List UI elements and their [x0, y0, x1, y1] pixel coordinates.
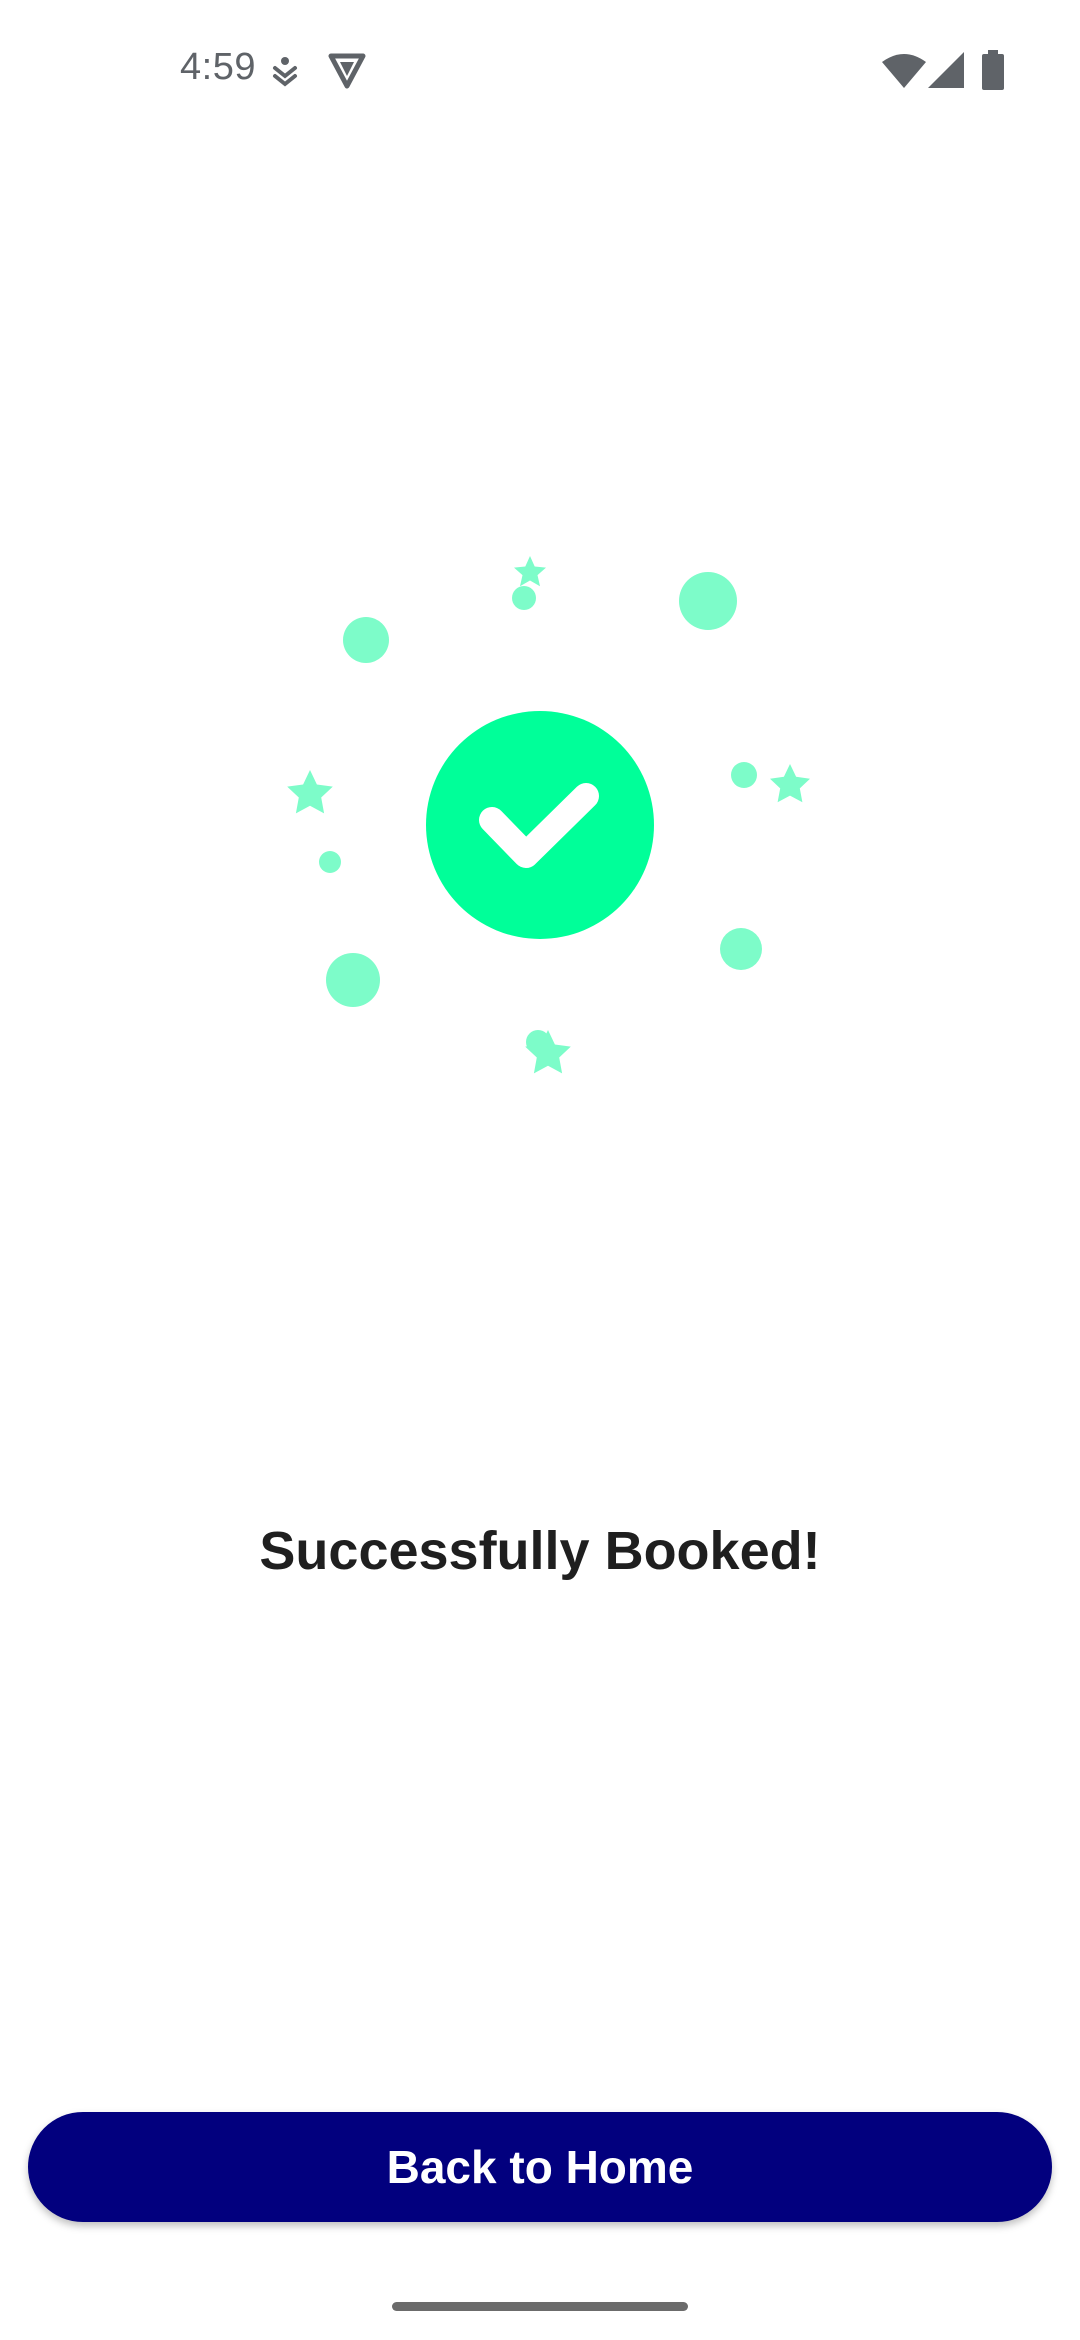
- confetti-circle: [343, 617, 389, 663]
- confetti-circle: [720, 928, 762, 970]
- confetti-star: [514, 556, 546, 587]
- confetti-circle: [731, 762, 757, 788]
- success-illustration: [287, 556, 810, 1074]
- back-to-home-label: Back to Home: [386, 2141, 694, 2193]
- confetti-circle: [679, 572, 737, 630]
- confetti-star: [770, 764, 810, 803]
- confetti-circle: [512, 586, 536, 610]
- back-to-home-button[interactable]: Back to Home: [28, 2112, 1052, 2222]
- confetti-circle: [319, 851, 341, 873]
- confetti-star: [287, 770, 333, 814]
- success-title: Successfully Booked!: [259, 1521, 821, 1581]
- home-gesture-bar[interactable]: [392, 2302, 688, 2311]
- confetti-circle: [326, 953, 380, 1007]
- booking-success-screen: 4:59 Successfully Booked! Back to Home: [0, 0, 1080, 2340]
